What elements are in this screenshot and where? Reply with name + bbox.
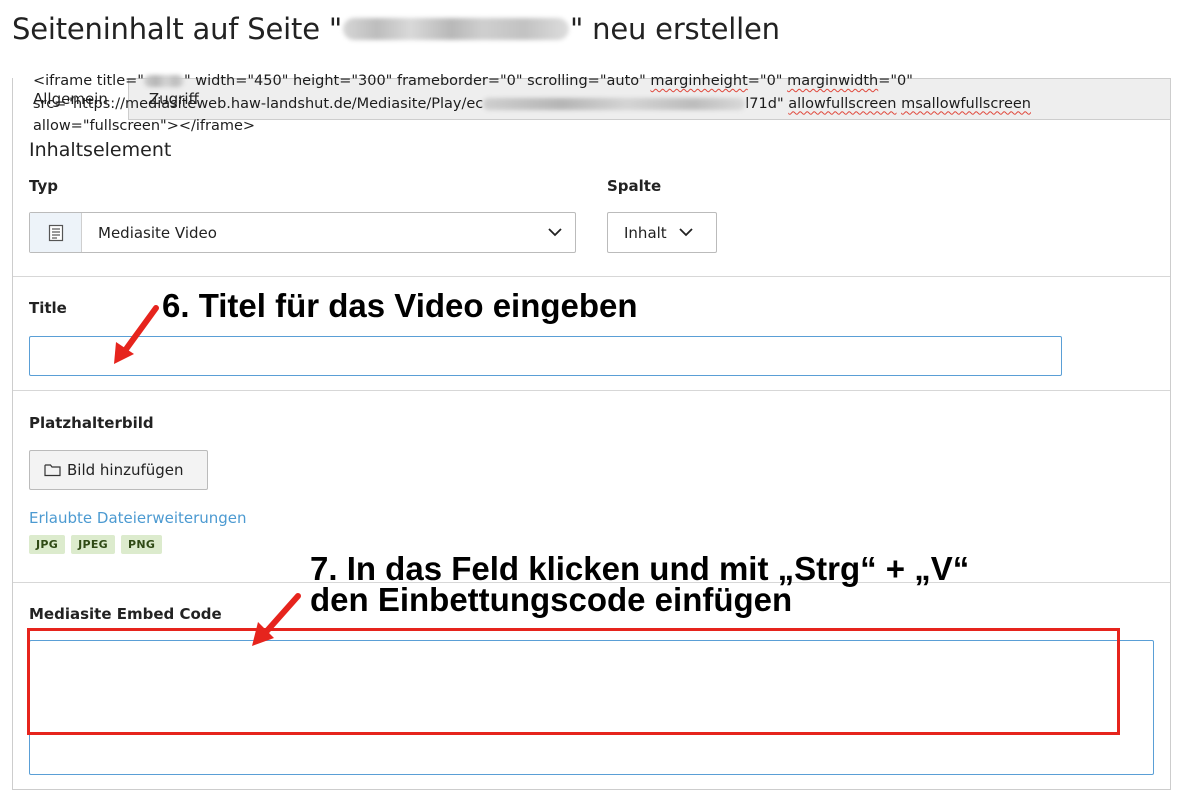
chevron-down-icon <box>535 228 575 237</box>
redacted-page-name <box>343 18 569 40</box>
code-fragment: " width="450" height="300" frameborder="… <box>183 73 651 89</box>
type-select-value: Mediasite Video <box>98 223 217 242</box>
extension-badge: JPG <box>29 535 66 554</box>
content-element-legend: Inhaltselement <box>29 139 172 161</box>
spellcheck-word: marginheight <box>650 73 748 89</box>
type-select[interactable]: Mediasite Video <box>29 212 576 253</box>
document-list-icon <box>30 213 82 252</box>
code-fragment: <iframe title=" <box>33 73 144 89</box>
code-fragment: ="0" <box>878 73 913 89</box>
redacted-video-id <box>483 97 746 110</box>
folder-icon <box>44 463 61 477</box>
spellcheck-word: allowfullscreen <box>788 95 897 112</box>
code-fragment: l71d" <box>745 95 789 112</box>
add-image-button[interactable]: Bild hinzufügen <box>29 450 208 490</box>
code-fragment: src="https://mediasiteweb.haw-landshut.d… <box>33 95 484 112</box>
extension-badges: JPG JPEG PNG <box>29 535 163 554</box>
embed-code-textarea[interactable] <box>29 640 1154 775</box>
spellcheck-word: msallowfullscreen <box>901 95 1031 112</box>
extension-badge: JPEG <box>71 535 115 554</box>
column-label: Spalte <box>607 177 662 195</box>
redacted-title <box>143 75 184 87</box>
column-select-value: Inhalt <box>624 223 667 242</box>
chevron-down-icon <box>671 228 701 237</box>
placeholder-image-label: Platzhalterbild <box>29 414 154 432</box>
content-form-panel: Allgemein Zugriff Inhaltselement Typ Spa… <box>12 78 1171 790</box>
column-select[interactable]: Inhalt <box>607 212 717 253</box>
annotation-step-7-line-2: den Einbettungscode einfügen <box>310 581 793 618</box>
page-title-suffix: " neu erstellen <box>570 12 780 46</box>
embed-code-label: Mediasite Embed Code <box>29 605 222 623</box>
title-input[interactable] <box>29 336 1062 376</box>
code-line-2: src="https://mediasiteweb.haw-landshut.d… <box>33 93 1093 116</box>
code-line-1: <iframe title=" " width="450" height="300… <box>33 70 1093 93</box>
page-title: Seiteninhalt auf Seite " " neu erstellen <box>12 12 780 46</box>
annotation-step-7: 7. In das Feld klicken und mit „Strg“ + … <box>310 550 970 618</box>
add-image-button-label: Bild hinzufügen <box>67 461 184 479</box>
title-label: Title <box>29 299 67 317</box>
page-title-prefix: Seiteninhalt auf Seite " <box>12 12 342 46</box>
extension-badge: PNG <box>121 535 163 554</box>
type-label: Typ <box>29 177 58 195</box>
annotation-step-7-line-1: 7. In das Feld klicken und mit „Strg“ + … <box>310 550 970 587</box>
content-element-section: Inhaltselement Typ Spalte Mediasite Vide… <box>13 120 1170 277</box>
code-fragment: ="0" <box>747 73 788 89</box>
annotation-step-6: 6. Titel für das Video eingeben <box>162 287 638 324</box>
allowed-extensions-link[interactable]: Erlaubte Dateierweiterungen <box>29 509 247 527</box>
embed-code-content: <iframe title=" " width="450" height="300… <box>33 70 1093 138</box>
spellcheck-word: marginwidth <box>787 73 879 89</box>
code-line-3: allow="fullscreen"></iframe> <box>33 118 256 134</box>
